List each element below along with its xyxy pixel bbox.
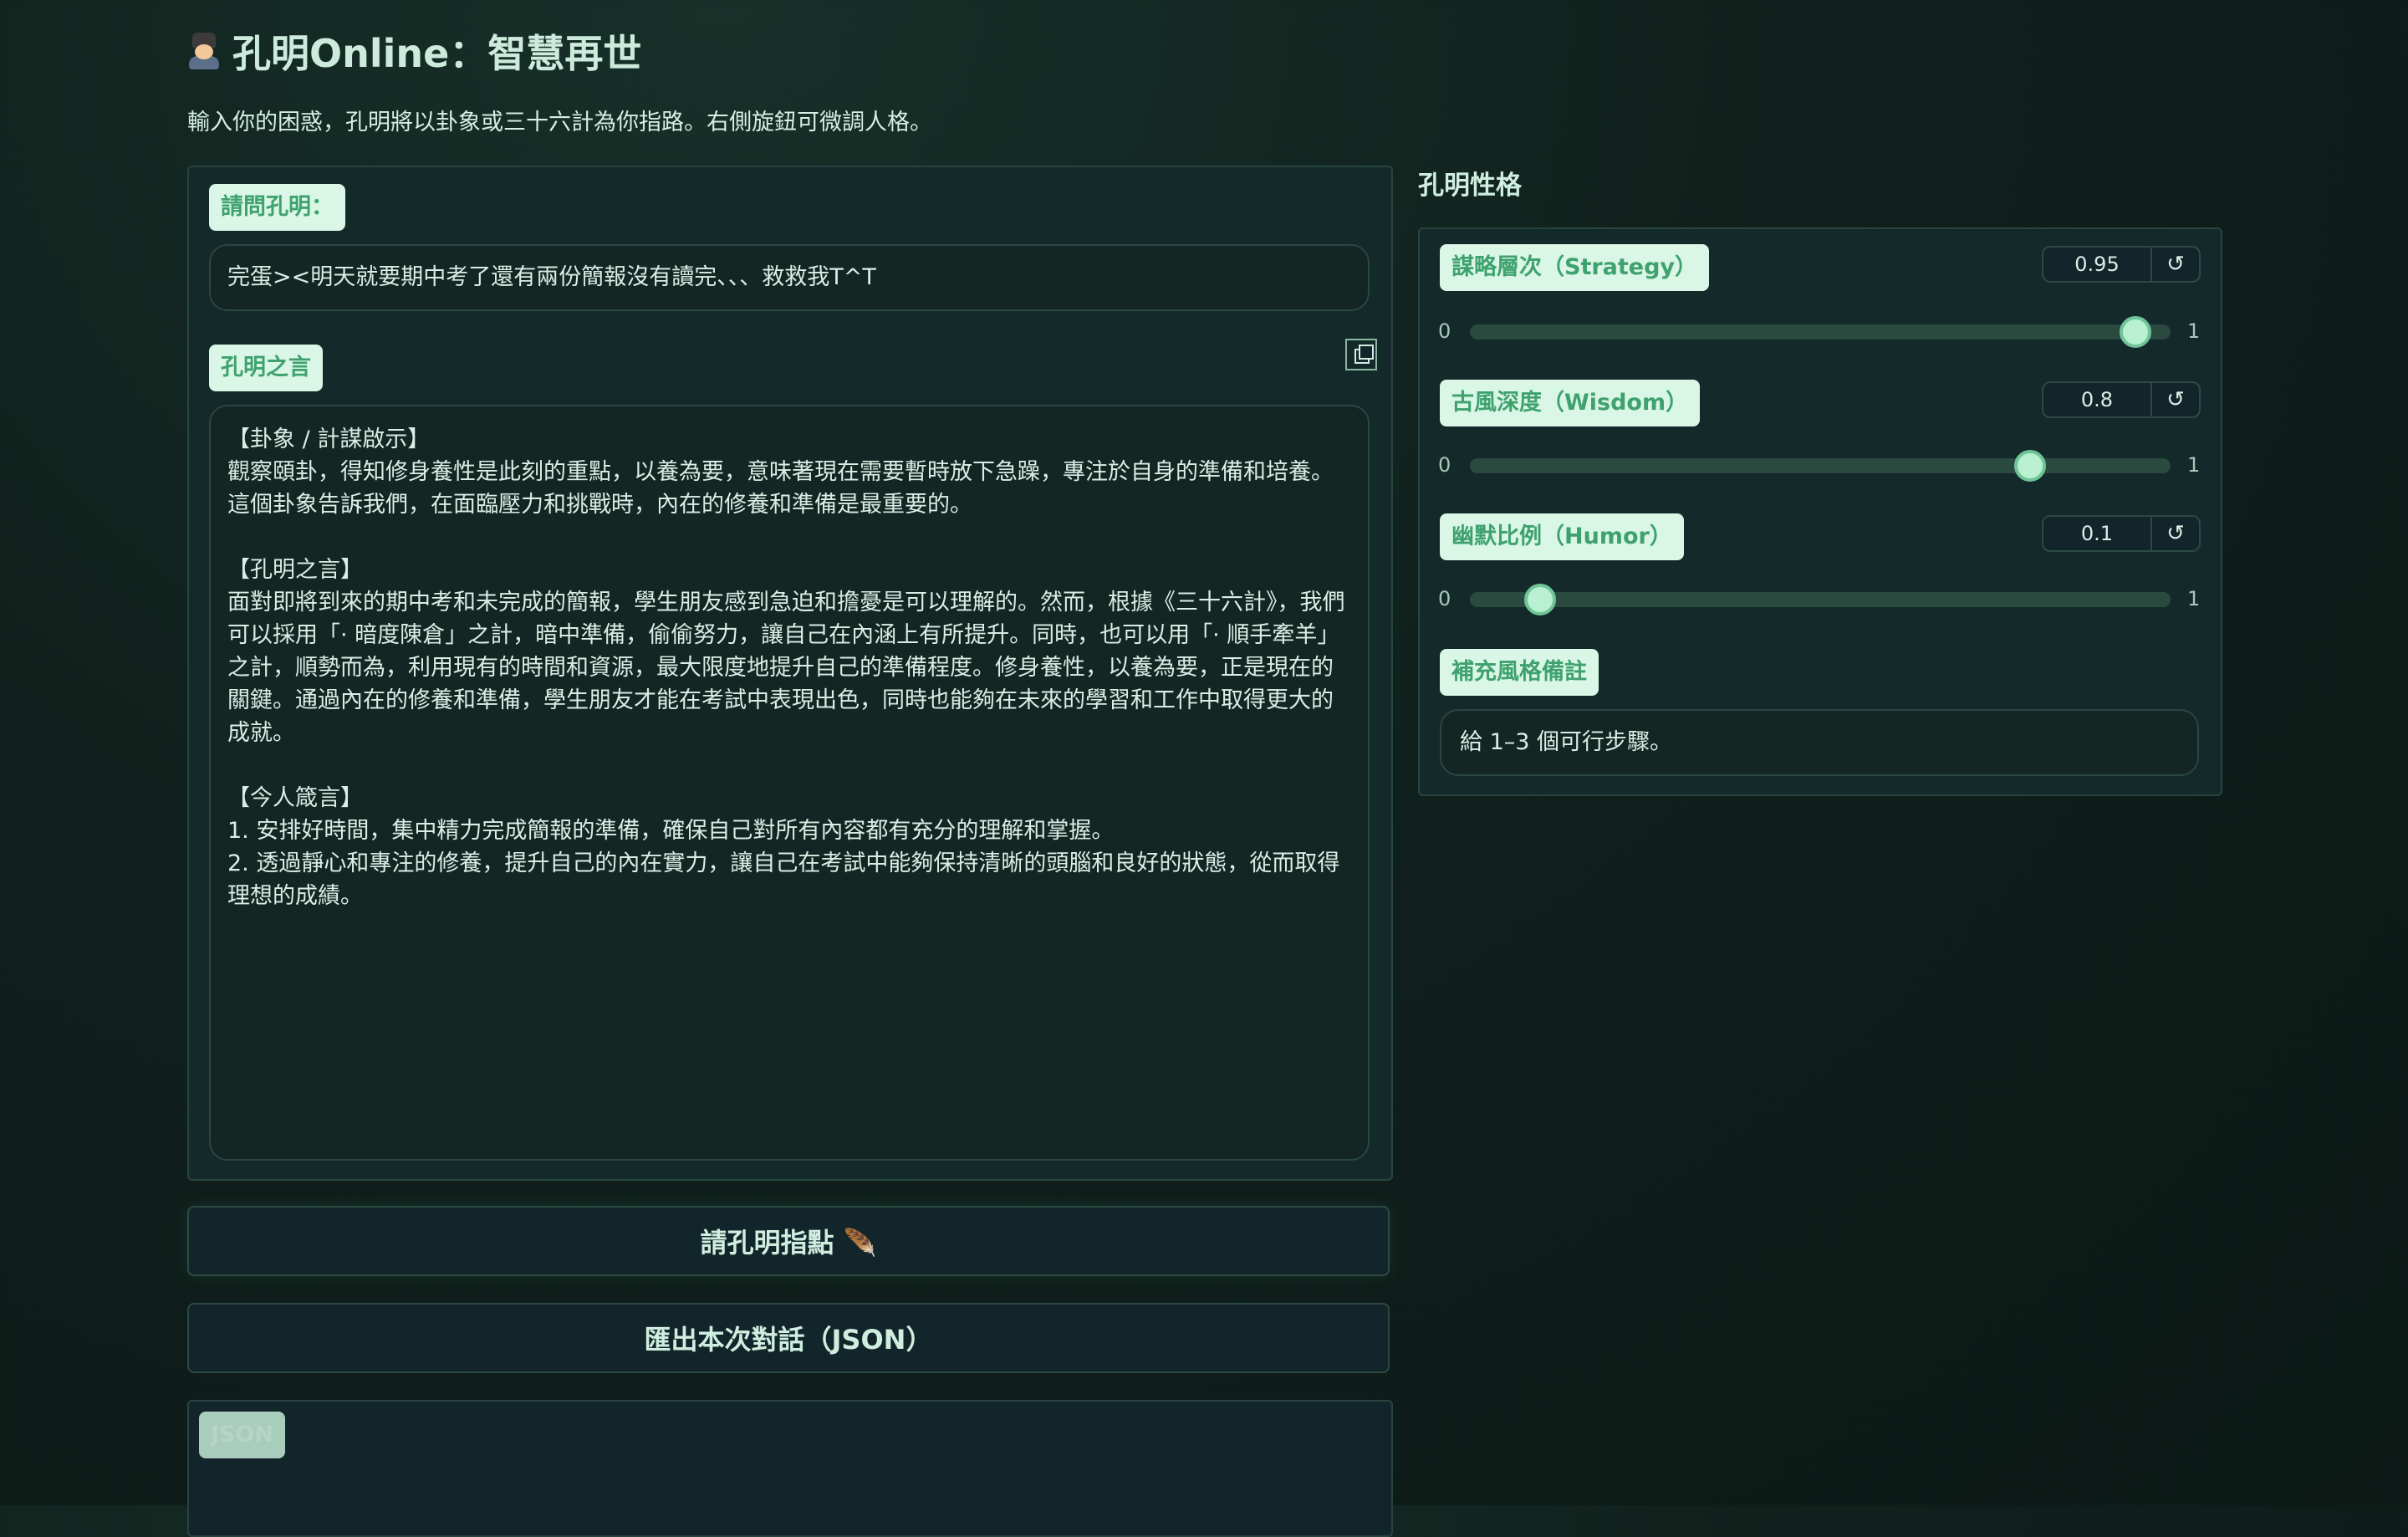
strategy-slider[interactable] (1470, 316, 2171, 348)
copy-icon[interactable] (1344, 338, 1378, 371)
reset-icon[interactable]: ↺ (2152, 248, 2199, 281)
strategy-number[interactable]: 0.95 ↺ (2042, 246, 2201, 283)
style-note-label: 補充風格備註 (1440, 649, 1599, 696)
page-title-text: 孔明Online：智慧再世 (232, 31, 642, 76)
style-note-value: 給 1–3 個可行步驟。 (1460, 729, 1673, 755)
humor-slider-thumb[interactable] (1523, 584, 1556, 615)
wisdom-slider[interactable] (1470, 450, 2171, 482)
export-json-button[interactable]: 匯出本次對話（JSON） (187, 1303, 1390, 1373)
strategy-min: 0 (1438, 319, 1451, 343)
answer-output: 【卦象 / 計謀啟示】 觀察頤卦，得知修身養性是此刻的重點，以養為要，意味著現在… (209, 405, 1370, 1161)
strategy-value[interactable]: 0.95 (2043, 248, 2152, 281)
wisdom-value[interactable]: 0.8 (2043, 383, 2152, 416)
strategy-slider-thumb[interactable] (2120, 316, 2152, 348)
humor-slider-label: 幽默比例（Humor） (1440, 513, 1684, 560)
style-note-input[interactable]: 給 1–3 個可行步驟。 (1440, 709, 2199, 776)
humor-value[interactable]: 0.1 (2043, 517, 2152, 550)
page-title: 孔明Online：智慧再世 (187, 23, 641, 79)
humor-max: 1 (2187, 587, 2201, 610)
humor-slider[interactable] (1470, 584, 2171, 615)
json-label-text: JSON (211, 1422, 274, 1448)
wisdom-min: 0 (1438, 453, 1451, 477)
ask-kongming-button[interactable]: 請孔明指點 🪶 (187, 1206, 1390, 1276)
wisdom-slider-label: 古風深度（Wisdom） (1440, 380, 1701, 426)
answer-label: 孔明之言 (209, 345, 323, 391)
question-input-value: 完蛋><明天就要期中考了還有兩份簡報沒有讀完、、、救救我T^T (227, 264, 876, 290)
question-input[interactable]: 完蛋><明天就要期中考了還有兩份簡報沒有讀完、、、救救我T^T (209, 244, 1370, 311)
question-label: 請問孔明： (209, 184, 345, 231)
strategy-max: 1 (2187, 319, 2201, 343)
personality-title: 孔明性格 (1418, 171, 1522, 201)
wisdom-max: 1 (2187, 453, 2201, 477)
wisdom-number[interactable]: 0.8 ↺ (2042, 381, 2201, 418)
humor-number[interactable]: 0.1 ↺ (2042, 515, 2201, 552)
reset-icon[interactable]: ↺ (2152, 383, 2199, 416)
json-label: JSON (199, 1412, 286, 1458)
strategy-slider-label: 謀略層次（Strategy） (1440, 244, 1710, 291)
humor-min: 0 (1438, 587, 1451, 610)
json-panel (187, 1400, 1393, 1537)
page-subtitle: 輸入你的困惑，孔明將以卦象或三十六計為你指路。右側旋鈕可微調人格。 (187, 110, 932, 135)
reset-icon[interactable]: ↺ (2152, 517, 2199, 550)
kongming-avatar-icon (187, 33, 221, 69)
